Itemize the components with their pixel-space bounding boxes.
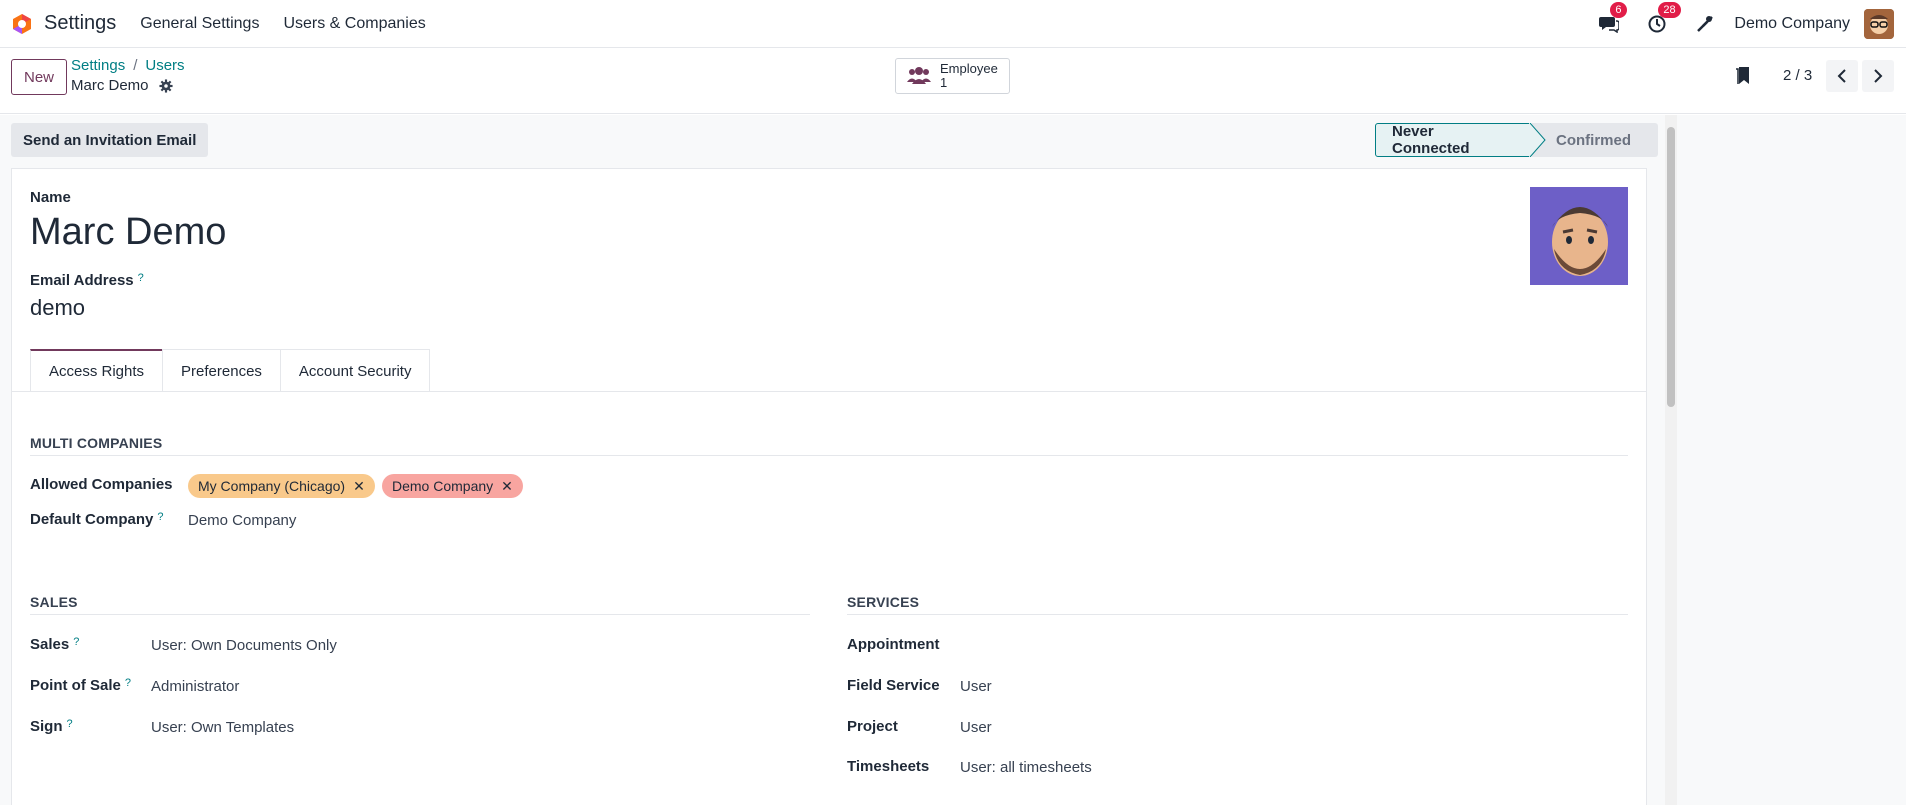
messages-icon[interactable]: 6 (1598, 2, 1627, 35)
employee-count: 1 (940, 75, 948, 90)
stage-arrow-icon (1529, 123, 1546, 157)
point-of-sale-help-icon[interactable]: ? (125, 677, 131, 689)
chevron-left-icon (1837, 69, 1846, 83)
employee-smart-button[interactable]: Employee 1 (895, 58, 1010, 94)
default-company-help-icon[interactable]: ? (157, 511, 163, 523)
user-avatar[interactable] (1864, 9, 1894, 39)
tab-access-rights[interactable]: Access Rights (30, 349, 164, 392)
vertical-scrollbar[interactable] (1665, 115, 1677, 805)
menu-users-companies[interactable]: Users & Companies (283, 15, 425, 33)
company-tag: My Company (Chicago) ✕ (188, 474, 375, 498)
section-sales: SALES (30, 594, 78, 610)
company-tag: Demo Company ✕ (382, 474, 523, 498)
form-tabs: Access Rights Preferences Account Securi… (30, 349, 431, 392)
control-panel: New Settings / Users Marc Demo Employee 1 … (0, 48, 1906, 114)
record-title: Marc Demo (71, 77, 173, 94)
company-tag-label: Demo Company (392, 478, 494, 494)
email-help-icon[interactable]: ? (138, 272, 144, 284)
tabs-divider (12, 391, 1646, 392)
activities-count-badge: 28 (1658, 2, 1681, 18)
company-switcher[interactable]: Demo Company (1734, 15, 1850, 33)
breadcrumb: Settings / Users (71, 57, 185, 74)
sign-label: Sign? (30, 718, 73, 735)
default-company-label: Default Company? (30, 511, 163, 528)
user-photo[interactable] (1530, 187, 1628, 285)
email-label-text: Email Address (30, 272, 134, 289)
appointment-label: Appointment (847, 636, 940, 653)
send-invitation-button[interactable]: Send an Invitation Email (11, 123, 209, 157)
project-field[interactable]: User (960, 719, 992, 736)
pager-previous-button[interactable] (1826, 60, 1858, 92)
remove-tag-icon[interactable]: ✕ (501, 478, 513, 495)
users-group-icon (907, 67, 931, 84)
debug-tools-icon[interactable] (1694, 13, 1716, 35)
pager-value[interactable]: 2 / 3 (1783, 67, 1812, 84)
sign-help-icon[interactable]: ? (67, 718, 73, 730)
pager-next-button[interactable] (1862, 60, 1894, 92)
timesheets-field[interactable]: User: all timesheets (960, 759, 1092, 776)
menu-general-settings[interactable]: General Settings (140, 15, 259, 33)
stage-confirmed[interactable]: Confirmed (1532, 123, 1658, 157)
section-divider (30, 455, 1628, 456)
sales-field[interactable]: User: Own Documents Only (151, 637, 337, 654)
breadcrumb-users[interactable]: Users (145, 57, 184, 74)
section-divider (30, 614, 810, 615)
section-multi-companies: MULTI COMPANIES (30, 435, 163, 451)
allowed-companies-field[interactable]: My Company (Chicago) ✕ Demo Company ✕ (188, 474, 588, 498)
point-of-sale-label: Point of Sale? (30, 677, 131, 694)
name-field[interactable]: Marc Demo (30, 211, 226, 254)
sales-label-text: Sales (30, 636, 70, 653)
point-of-sale-label-text: Point of Sale (30, 677, 121, 694)
messages-count-badge: 6 (1610, 2, 1627, 18)
systray: 6 28 Demo Company (1598, 0, 1906, 48)
allowed-companies-label: Allowed Companies (30, 476, 173, 493)
record-title-text: Marc Demo (71, 77, 149, 94)
sign-field[interactable]: User: Own Templates (151, 719, 294, 736)
field-service-field[interactable]: User (960, 678, 992, 695)
form-view: Send an Invitation Email Never Connected… (0, 115, 1906, 805)
employee-label: Employee (940, 61, 998, 76)
point-of-sale-field[interactable]: Administrator (151, 678, 239, 695)
section-services: SERVICES (847, 594, 920, 610)
bookmark-icon[interactable] (1735, 66, 1751, 86)
top-navbar: Settings General Settings Users & Compan… (0, 0, 1906, 48)
remove-tag-icon[interactable]: ✕ (353, 478, 365, 495)
breadcrumb-settings[interactable]: Settings (71, 57, 125, 74)
tab-account-security[interactable]: Account Security (279, 349, 431, 392)
sales-help-icon[interactable]: ? (73, 636, 79, 648)
form-sheet: Name Marc Demo Email Address? demo Acces… (11, 168, 1647, 805)
timesheets-label: Timesheets (847, 758, 930, 775)
sales-label: Sales? (30, 636, 79, 653)
stage-never-connected[interactable]: Never Connected (1375, 123, 1530, 157)
email-field[interactable]: demo (30, 295, 85, 321)
name-label: Name (30, 189, 71, 206)
field-service-label: Field Service (847, 677, 940, 694)
chevron-right-icon (1874, 69, 1883, 83)
company-tag-label: My Company (Chicago) (198, 478, 346, 494)
tab-preferences[interactable]: Preferences (162, 349, 281, 392)
sign-label-text: Sign (30, 718, 63, 735)
gear-icon[interactable] (158, 78, 173, 93)
app-title[interactable]: Settings (44, 12, 116, 35)
status-bar: Send an Invitation Email Never Connected… (11, 123, 1658, 157)
section-divider (847, 614, 1628, 615)
default-company-label-text: Default Company (30, 511, 154, 528)
new-button[interactable]: New (11, 59, 67, 95)
activities-clock-icon[interactable]: 28 (1646, 2, 1681, 35)
default-company-field[interactable]: Demo Company (188, 512, 296, 529)
app-logo-icon[interactable] (10, 12, 34, 36)
project-label: Project (847, 718, 898, 735)
email-label: Email Address? (30, 272, 144, 289)
scrollbar-thumb[interactable] (1667, 127, 1675, 407)
